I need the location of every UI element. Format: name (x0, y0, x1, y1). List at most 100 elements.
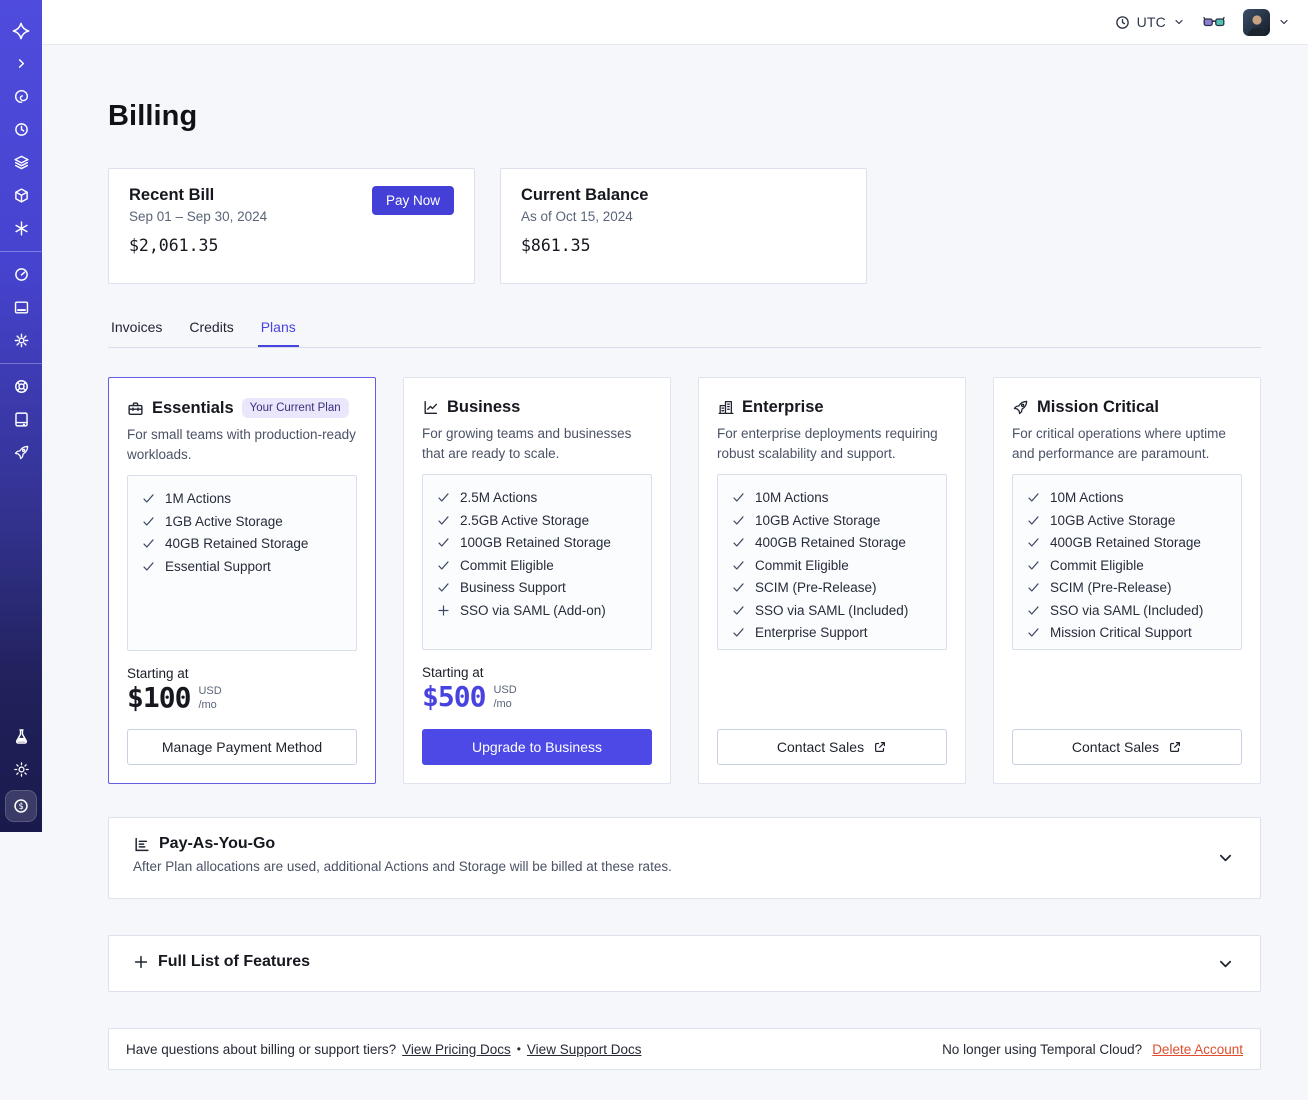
feature-item: Essential Support (165, 558, 271, 574)
docs-book-icon[interactable] (0, 403, 42, 436)
current-plan-badge: Your Current Plan (241, 398, 349, 418)
delete-account-link[interactable]: Delete Account (1152, 1042, 1243, 1057)
view-support-docs-link[interactable]: View Support Docs (527, 1042, 642, 1057)
footer-separator: • (516, 1042, 521, 1056)
check-icon (1028, 538, 1039, 547)
plan-feature-list: 1M Actions 1GB Active Storage 40GB Retai… (127, 475, 357, 652)
tab-credits[interactable]: Credits (186, 313, 236, 347)
upgrade-to-business-button[interactable]: Upgrade to Business (422, 729, 652, 765)
plan-per: /mo (198, 699, 217, 712)
account-menu[interactable] (1243, 8, 1290, 36)
feature-item: Commit Eligible (1050, 557, 1144, 573)
check-icon (438, 515, 449, 525)
starting-at-label: Starting at (422, 665, 484, 681)
view-pricing-docs-link[interactable]: View Pricing Docs (402, 1042, 511, 1057)
feature-item: SCIM (Pre-Release) (755, 580, 877, 596)
plan-currency: USD (198, 685, 222, 698)
feature-item: 100GB Retained Storage (460, 535, 611, 551)
plan-card-essentials: Essentials Your Current Plan For small t… (108, 377, 376, 784)
panel-icon[interactable] (0, 291, 42, 324)
plan-price: $100 (127, 681, 191, 715)
external-link-icon (1170, 742, 1181, 752)
tab-invoices[interactable]: Invoices (108, 313, 165, 347)
current-balance-title: Current Balance (521, 186, 649, 204)
plan-feature-list: 10M Actions 10GB Active Storage 400GB Re… (717, 474, 947, 651)
recent-bill-card: Recent Bill Sep 01 – Sep 30, 2024 $2,061… (108, 168, 475, 284)
feature-item: 40GB Retained Storage (165, 536, 309, 552)
billing-summary-row: Recent Bill Sep 01 – Sep 30, 2024 $2,061… (108, 168, 1261, 284)
chevron-down-icon (1280, 19, 1288, 25)
starting-at-label: Starting at (127, 666, 189, 682)
feature-item: 1M Actions (165, 491, 232, 507)
support-lifebuoy-icon[interactable] (0, 370, 42, 403)
check-icon (143, 561, 154, 571)
check-icon (1028, 560, 1039, 570)
check-icon (143, 539, 154, 548)
check-icon (1028, 628, 1039, 637)
check-icon (733, 583, 744, 592)
usage-gauge-icon[interactable] (0, 258, 42, 291)
contact-sales-button[interactable]: Contact Sales (1012, 729, 1242, 765)
plus-icon (438, 605, 449, 616)
labs-flask-icon[interactable] (0, 720, 42, 753)
current-balance-card: Current Balance As of Oct 15, 2024 $861.… (500, 168, 867, 284)
feature-item: Mission Critical Support (1050, 625, 1192, 641)
schedules-clock-icon[interactable] (0, 113, 42, 146)
sidebar-item-billing-active[interactable]: $ (5, 790, 37, 822)
delete-question: No longer using Temporal Cloud? (942, 1041, 1143, 1057)
feature-item: Commit Eligible (755, 557, 849, 573)
chart-line-icon (424, 400, 438, 415)
plan-feature-list: 10M Actions 10GB Active Storage 400GB Re… (1012, 474, 1242, 651)
feature-item: 1GB Active Storage (165, 513, 283, 529)
check-icon (1028, 583, 1039, 592)
plan-name: Enterprise (742, 398, 824, 416)
plan-card-enterprise: Enterprise For enterprise deployments re… (698, 377, 966, 784)
payg-title: Pay-As-You-Go (159, 835, 276, 852)
full-features-accordion[interactable]: Full List of Features (108, 935, 1261, 992)
feature-item: SSO via SAML (Included) (1050, 602, 1204, 618)
manage-payment-method-button[interactable]: Manage Payment Method (127, 729, 357, 765)
current-balance-as-of: As of Oct 15, 2024 (521, 209, 633, 224)
expand-sidebar-chevron-right-icon[interactable] (0, 47, 42, 80)
plan-card-business: Business For growing teams and businesse… (403, 377, 671, 784)
pay-now-button[interactable]: Pay Now (371, 186, 454, 215)
check-icon (438, 493, 449, 502)
check-icon (438, 538, 449, 547)
layers-icon[interactable] (0, 146, 42, 179)
plans-row: Essentials Your Current Plan For small t… (108, 377, 1261, 784)
timezone-label: UTC (1136, 14, 1166, 30)
feature-item: 2.5M Actions (460, 490, 538, 506)
theme-sun-icon[interactable] (0, 753, 42, 786)
timezone-picker[interactable]: UTC (1115, 14, 1185, 30)
namespaces-icon[interactable] (0, 80, 42, 113)
recent-bill-amount: $2,061.35 (129, 236, 219, 255)
page-title: Billing (108, 100, 198, 132)
3d-glasses-icon[interactable] (1203, 15, 1225, 30)
sidebar: $ (0, 0, 42, 832)
plan-price: $500 (422, 680, 486, 714)
feature-item: 10GB Active Storage (755, 512, 881, 528)
temporal-logo-icon[interactable] (0, 14, 42, 47)
payg-description: After Plan allocations are used, additio… (133, 859, 672, 874)
nexus-asterisk-icon[interactable] (0, 212, 42, 245)
contact-sales-button[interactable]: Contact Sales (717, 729, 947, 765)
settings-gear-icon[interactable] (0, 324, 42, 357)
plan-description: For small teams with production-ready wo… (127, 427, 356, 462)
check-icon (733, 493, 744, 502)
getting-started-rocket-icon[interactable] (0, 436, 42, 469)
plan-name: Mission Critical (1037, 398, 1159, 416)
plan-card-mission-critical: Mission Critical For critical operations… (993, 377, 1261, 784)
deployments-cube-icon[interactable] (0, 179, 42, 212)
avatar (1243, 8, 1270, 36)
check-icon (438, 560, 449, 570)
chevron-down-icon[interactable] (1217, 850, 1234, 867)
check-icon (438, 583, 449, 592)
pay-as-you-go-accordion[interactable]: Pay-As-You-Go After Plan allocations are… (108, 817, 1261, 899)
tab-plans[interactable]: Plans (257, 313, 299, 347)
billing-coin-icon: $ (14, 799, 28, 813)
feature-item: 10M Actions (755, 490, 829, 506)
plan-name: Business (447, 398, 521, 416)
payg-chart-icon (135, 837, 149, 851)
plan-currency: USD (493, 684, 517, 697)
chevron-down-icon[interactable] (1217, 955, 1234, 972)
